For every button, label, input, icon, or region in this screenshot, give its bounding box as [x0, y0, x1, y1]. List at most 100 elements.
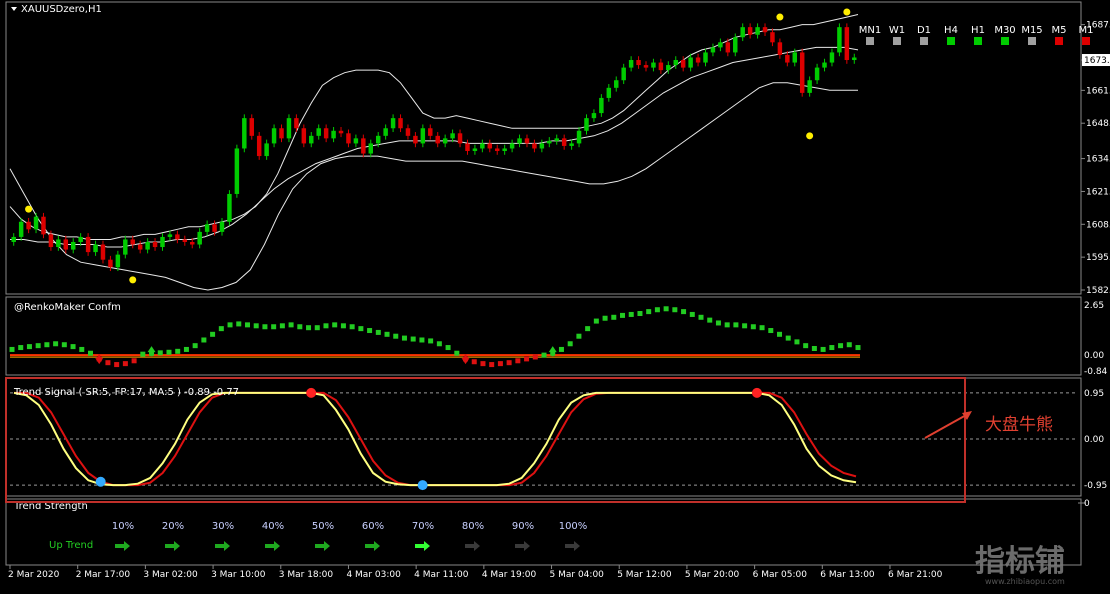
- renko-dot-down: [497, 361, 503, 367]
- renko-dot-up: [18, 345, 24, 351]
- candle-bull: [242, 118, 247, 149]
- renko-dot-up: [663, 306, 669, 312]
- candle-bull: [651, 62, 656, 68]
- candle-bull: [442, 138, 448, 144]
- renko-dot-up: [803, 343, 809, 349]
- renko-dot-up: [192, 343, 198, 349]
- candle-bear: [346, 133, 351, 144]
- candle-bear: [137, 244, 143, 250]
- price-tick-label: 1634.: [1086, 155, 1110, 165]
- candle-bear: [762, 27, 768, 33]
- renko-dot-up: [576, 333, 582, 339]
- symbol-title: XAUUSDzero,H1: [21, 4, 102, 15]
- renko-dot-up: [384, 331, 390, 337]
- time-tick-label: 2 Mar 17:00: [76, 570, 131, 580]
- candle-bear: [108, 259, 113, 268]
- renko-dot-up: [183, 346, 189, 352]
- tf-label-mn1: MN1: [859, 25, 881, 36]
- strength-arrow-icon: [565, 541, 580, 551]
- candle-bear: [457, 133, 463, 144]
- candle-bull: [703, 52, 708, 63]
- renko-dot-up: [9, 346, 15, 352]
- renko-dot-up: [53, 341, 59, 347]
- strength-level-label: 60%: [362, 521, 384, 532]
- candle-bear: [361, 138, 366, 154]
- renko-dot-up: [541, 352, 547, 358]
- renko-dot-up: [785, 335, 791, 341]
- candle-bear: [747, 27, 753, 35]
- tf-status-m30: [1001, 37, 1009, 45]
- renko-dot-up: [585, 326, 591, 332]
- candle-bear: [182, 239, 188, 242]
- chart-canvas[interactable]: 1687.1673.1661.1648.1634.1621.1608.1595.…: [0, 0, 1110, 590]
- time-tick-label: 3 Mar 02:00: [143, 570, 198, 580]
- renko-dot-up: [602, 315, 608, 321]
- candle-bull: [286, 118, 292, 139]
- tf-label-d1: D1: [917, 25, 931, 36]
- strength-arrow-icon: [315, 541, 330, 551]
- candle-bull: [160, 236, 165, 248]
- candle-bull: [145, 241, 150, 250]
- candle-bear: [465, 143, 470, 151]
- tf-label-m5: M5: [1052, 25, 1067, 36]
- current-price-label: 1673.: [1084, 56, 1110, 66]
- mt4-chart-window: 1687.1673.1661.1648.1634.1621.1608.1595.…: [0, 0, 1110, 590]
- candle-bull: [234, 148, 240, 194]
- renko-dot-up: [175, 348, 181, 354]
- candle-bull: [502, 148, 507, 151]
- renko-dot-down: [524, 356, 530, 362]
- strength-level-label: 80%: [462, 521, 484, 532]
- tf-label-w1: W1: [889, 25, 905, 36]
- renko-dot-up: [654, 307, 660, 313]
- candlesticks: [11, 23, 857, 272]
- renko-dot-up: [846, 342, 852, 348]
- renko-dot-up: [227, 322, 233, 328]
- renko-dot-up: [401, 335, 407, 341]
- candle-bear: [435, 135, 440, 144]
- candle-bull: [219, 221, 225, 232]
- candle-bear: [63, 239, 69, 250]
- candle-bull: [733, 37, 738, 53]
- candle-bear: [770, 32, 775, 43]
- renko-dot-up: [672, 307, 678, 313]
- renko-dot-up: [436, 341, 442, 347]
- renko-dot-up: [724, 322, 730, 328]
- renko-dot-down: [489, 362, 495, 368]
- renko-dot-up: [262, 324, 268, 330]
- renko-dot-up: [332, 322, 338, 328]
- watermark-url: www.zhibiaopu.com: [985, 577, 1065, 586]
- strength-level-label: 30%: [212, 521, 234, 532]
- candle-bull: [740, 27, 745, 38]
- candle-bear: [785, 54, 790, 63]
- signal-marker-buy: [417, 480, 428, 491]
- candle-bear: [41, 216, 46, 235]
- renko-tick-label: 0.00: [1084, 351, 1104, 361]
- renko-dot-up: [777, 331, 783, 337]
- signal-tick-label: 0.95: [1084, 389, 1104, 399]
- renko-dot-up: [244, 322, 250, 328]
- renko-dot-up: [44, 342, 50, 348]
- renko-dot-up: [253, 323, 259, 329]
- price-tick-label: 1582.: [1086, 286, 1110, 296]
- strength-arrow-icon: [465, 541, 480, 551]
- candle-bull: [18, 221, 24, 237]
- dropdown-triangle-icon[interactable]: [11, 7, 17, 11]
- renko-dot-down: [532, 354, 538, 360]
- candle-bear: [524, 138, 530, 144]
- signal-marker-buy: [95, 476, 106, 487]
- candle-bull: [316, 128, 321, 136]
- candle-bear: [695, 57, 701, 63]
- candle-bull: [271, 128, 277, 144]
- candle-bull: [480, 143, 485, 149]
- renko-tick-label: 2.65: [1084, 301, 1104, 311]
- renko-title: @RenkoMaker Confm: [14, 302, 121, 313]
- tf-label-m15: M15: [1021, 25, 1042, 36]
- candle-bear: [85, 236, 91, 253]
- candle-bull: [584, 118, 589, 131]
- renko-dot-down: [471, 359, 477, 365]
- candle-bull: [11, 236, 16, 242]
- renko-dot-up: [454, 350, 460, 356]
- price-tick-label: 1648.: [1086, 119, 1110, 129]
- strength-level-label: 90%: [512, 521, 534, 532]
- renko-dot-up: [646, 309, 652, 315]
